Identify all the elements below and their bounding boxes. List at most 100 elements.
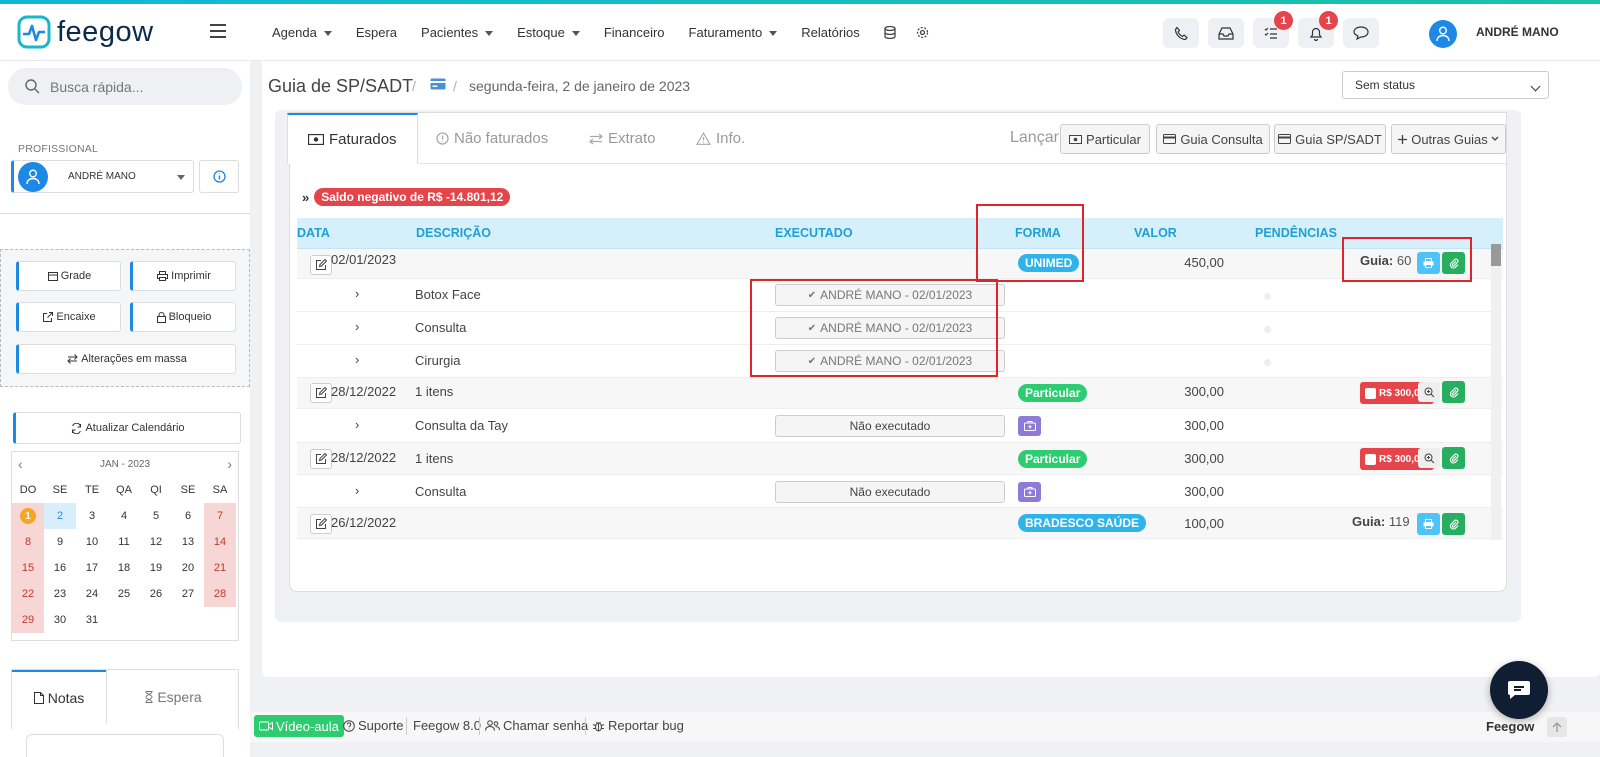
- attach-button[interactable]: [1442, 513, 1465, 535]
- nav-espera[interactable]: Espera: [356, 25, 397, 40]
- zoom-button[interactable]: [1418, 448, 1440, 468]
- imprimir-button[interactable]: Imprimir: [130, 261, 236, 291]
- edit-button[interactable]: [310, 449, 332, 469]
- calendar-day[interactable]: 26: [140, 581, 172, 607]
- chevron-right-icon[interactable]: ›: [227, 452, 232, 477]
- lancar-guia-consulta-button[interactable]: Guia Consulta: [1156, 124, 1270, 154]
- calendar-day[interactable]: 3: [76, 503, 108, 529]
- calendar-day[interactable]: 11: [108, 529, 140, 555]
- calendar-day[interactable]: 18: [108, 555, 140, 581]
- checkbox[interactable]: [1365, 453, 1376, 465]
- calendar-day[interactable]: 5: [140, 503, 172, 529]
- feegow-logo[interactable]: feegow: [17, 15, 154, 49]
- calendar-day[interactable]: 22: [12, 581, 44, 607]
- calendar-day[interactable]: 2: [44, 503, 76, 529]
- suporte-link[interactable]: Suporte: [343, 718, 404, 733]
- lancar-particular-button[interactable]: Particular: [1060, 124, 1150, 154]
- calendar-day[interactable]: 25: [108, 581, 140, 607]
- status-select[interactable]: Sem status: [1342, 71, 1549, 99]
- chevron-right-icon[interactable]: ›: [355, 352, 359, 367]
- video-aula-button[interactable]: Vídeo-aula: [254, 715, 344, 737]
- chevron-right-icon[interactable]: ›: [355, 286, 359, 301]
- calendar-day[interactable]: 15: [12, 555, 44, 581]
- attach-button[interactable]: [1442, 381, 1465, 403]
- chat-fab-button[interactable]: [1490, 661, 1548, 719]
- calendar-day[interactable]: 10: [76, 529, 108, 555]
- calendar-month[interactable]: JAN - 2023: [100, 459, 150, 470]
- calendar-day[interactable]: 13: [172, 529, 204, 555]
- edit-button[interactable]: [310, 383, 332, 403]
- tab-espera[interactable]: Espera: [106, 670, 240, 723]
- outras-guias-button[interactable]: Outras Guias: [1391, 124, 1506, 154]
- chevron-right-icon[interactable]: ›: [355, 483, 359, 498]
- edit-button[interactable]: [310, 255, 332, 275]
- chevron-right-icon[interactable]: ›: [355, 319, 359, 334]
- hamburger-menu-icon[interactable]: [210, 24, 226, 38]
- calendar-day[interactable]: 9: [44, 529, 76, 555]
- grade-button[interactable]: Grade: [16, 261, 121, 291]
- scroll-to-top-button[interactable]: [1547, 717, 1567, 737]
- medical-case-button[interactable]: [1018, 416, 1041, 436]
- alteracoes-em-massa-button[interactable]: Alterações em massa: [16, 344, 236, 374]
- nav-faturamento[interactable]: Faturamento: [689, 25, 778, 40]
- phone-button[interactable]: [1163, 18, 1199, 48]
- tab-faturados[interactable]: Faturados: [287, 113, 418, 164]
- lancar-guia-sadt-button[interactable]: Guia SP/SADT: [1274, 124, 1386, 154]
- tab-nao-faturados[interactable]: Não faturados: [436, 113, 548, 164]
- reportar-bug-link[interactable]: Reportar bug: [592, 718, 684, 733]
- medical-case-button[interactable]: [1018, 482, 1041, 502]
- calendar-day[interactable]: 4: [108, 503, 140, 529]
- chevron-right-icon[interactable]: ›: [355, 417, 359, 432]
- calendar-day[interactable]: 1: [12, 503, 44, 529]
- calendar-day[interactable]: 8: [12, 529, 44, 555]
- tasks-button[interactable]: 1: [1253, 11, 1293, 48]
- calendar-day[interactable]: 12: [140, 529, 172, 555]
- user-avatar[interactable]: [1429, 20, 1457, 48]
- calendar-day[interactable]: 7: [204, 503, 236, 529]
- attach-button[interactable]: [1442, 447, 1465, 469]
- nav-financeiro[interactable]: Financeiro: [604, 25, 665, 40]
- calendar-day[interactable]: 24: [76, 581, 108, 607]
- tab-info[interactable]: Info.: [696, 113, 745, 164]
- calendar-day[interactable]: 23: [44, 581, 76, 607]
- notes-editor[interactable]: [26, 734, 224, 757]
- bloqueio-button[interactable]: Bloqueio: [130, 302, 236, 332]
- calendar-day[interactable]: 29: [12, 607, 44, 633]
- gear-icon[interactable]: [916, 26, 929, 39]
- calendar-day[interactable]: 31: [76, 607, 108, 633]
- chevron-left-icon[interactable]: ‹: [18, 452, 23, 477]
- nav-agenda[interactable]: Agenda: [272, 25, 332, 40]
- notifications-button[interactable]: 1: [1298, 11, 1338, 48]
- scrollbar-thumb[interactable]: [1491, 244, 1501, 266]
- calendar-day[interactable]: 20: [172, 555, 204, 581]
- nav-pacientes[interactable]: Pacientes: [421, 25, 494, 40]
- chat-button[interactable]: [1343, 18, 1379, 48]
- calendar-day[interactable]: 27: [172, 581, 204, 607]
- profissional-select[interactable]: ANDRÉ MANO: [11, 160, 194, 193]
- inbox-button[interactable]: [1208, 18, 1244, 48]
- profissional-info-button[interactable]: [199, 160, 239, 193]
- print-guia-button[interactable]: [1417, 513, 1440, 535]
- chamar-senha-link[interactable]: Chamar senha: [485, 718, 588, 733]
- calendar-day[interactable]: 19: [140, 555, 172, 581]
- edit-button[interactable]: [310, 514, 332, 534]
- calendar-day[interactable]: 28: [204, 581, 236, 607]
- calendar-day[interactable]: 6: [172, 503, 204, 529]
- calendar-day[interactable]: 17: [76, 555, 108, 581]
- calendar-day[interactable]: 14: [204, 529, 236, 555]
- tab-notas[interactable]: Notas: [12, 670, 106, 723]
- encaixe-button[interactable]: Encaixe: [16, 302, 121, 332]
- user-name[interactable]: ANDRÉ MANO: [1476, 25, 1559, 39]
- table-scrollbar[interactable]: [1491, 244, 1501, 540]
- checkbox[interactable]: [1365, 387, 1376, 399]
- calendar-day[interactable]: 21: [204, 555, 236, 581]
- atualizar-calendario-button[interactable]: Atualizar Calendário: [13, 412, 241, 444]
- quick-search-input[interactable]: Busca rápida...: [8, 68, 242, 105]
- nav-relatorios[interactable]: Relatórios: [801, 25, 860, 40]
- tab-extrato[interactable]: Extrato: [589, 113, 656, 164]
- zoom-button[interactable]: [1418, 382, 1440, 402]
- calendar-day[interactable]: 30: [44, 607, 76, 633]
- calendar-day[interactable]: 16: [44, 555, 76, 581]
- nav-estoque[interactable]: Estoque: [517, 25, 580, 40]
- database-icon[interactable]: [884, 26, 896, 39]
